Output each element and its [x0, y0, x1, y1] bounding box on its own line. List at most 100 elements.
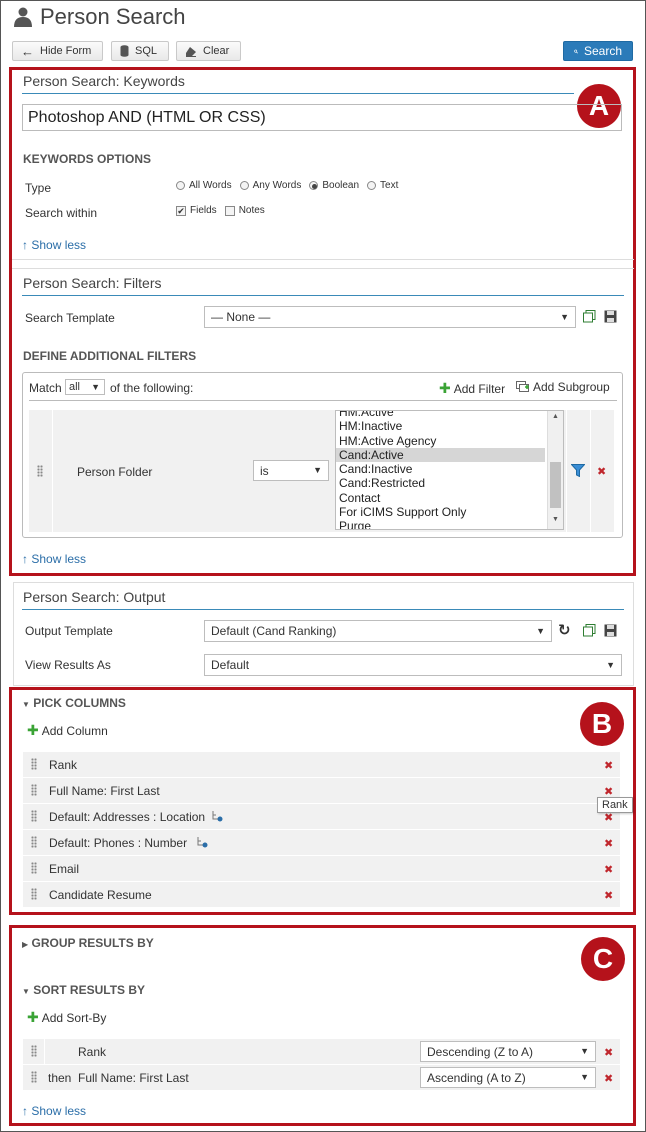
filters-panel-title: Person Search: Filters — [23, 275, 162, 291]
sort-prefix: then — [48, 1071, 72, 1085]
hide-form-button[interactable]: ← Hide Form — [12, 41, 103, 61]
type-option-text[interactable]: Text — [367, 180, 398, 191]
sort-show-less-link[interactable]: ↑ Show less — [22, 1104, 86, 1118]
column-name: Default: Addresses : Location — [49, 810, 206, 824]
pick-columns-heading[interactable]: ▼ PICK COLUMNS — [22, 696, 126, 710]
filter-operator-select[interactable]: is ▼ — [253, 460, 329, 481]
remove-column-icon[interactable]: ✖ — [604, 759, 613, 772]
folder-option-selected[interactable]: Cand:Active — [336, 447, 545, 463]
column-name: Rank — [49, 758, 78, 772]
folder-option[interactable]: HM:Active — [336, 411, 563, 419]
remove-column-icon[interactable]: ✖ — [604, 837, 613, 850]
sql-button[interactable]: SQL — [111, 41, 169, 61]
within-option-fields[interactable]: ✔ Fields — [176, 205, 217, 216]
sort-field: Full Name: First Last — [78, 1071, 189, 1085]
match-select[interactable]: all ▼ — [65, 379, 105, 395]
drag-handle-icon[interactable] — [31, 1071, 37, 1083]
person-icon — [14, 7, 32, 27]
refresh-icon[interactable]: ↻ — [558, 621, 571, 639]
cell-divider — [52, 410, 53, 532]
column-name: Default: Phones : Number — [49, 836, 188, 850]
clear-button[interactable]: Clear — [176, 41, 241, 61]
caret-right-icon: ▶ — [22, 940, 29, 949]
output-panel-title: Person Search: Output — [23, 589, 166, 605]
column-name: Email — [49, 862, 80, 876]
radio-icon — [176, 181, 185, 190]
remove-filter-icon[interactable]: ✖ — [597, 465, 606, 478]
search-button[interactable]: Search — [563, 41, 633, 61]
drag-handle-icon[interactable] — [31, 888, 37, 900]
remove-column-icon[interactable]: ✖ — [604, 889, 613, 902]
folder-option[interactable]: Purge — [336, 519, 563, 529]
drag-handle-icon[interactable] — [31, 758, 37, 770]
remove-column-icon[interactable]: ✖ — [604, 863, 613, 876]
hierarchy-icon[interactable] — [211, 810, 223, 822]
panel-divider — [12, 259, 634, 260]
search-template-select[interactable]: — None — ▼ — [204, 306, 576, 328]
folder-option[interactable]: Contact — [336, 491, 563, 505]
output-template-label: Output Template — [25, 624, 113, 638]
drag-handle-icon[interactable] — [31, 810, 37, 822]
drag-handle-icon[interactable] — [31, 836, 37, 848]
radio-icon — [239, 181, 249, 190]
callout-badge-b: B — [580, 702, 624, 746]
chevron-down-icon: ▼ — [536, 626, 545, 636]
copy-icon[interactable] — [583, 624, 596, 637]
sort-results-heading[interactable]: ▼ SORT RESULTS BY — [22, 983, 145, 997]
person-folder-listbox[interactable]: HM:Active HM:Inactive HM:Active Agency C… — [335, 410, 564, 530]
copy-icon[interactable] — [583, 310, 596, 323]
add-filter-button[interactable]: ✚ Add Filter — [439, 380, 505, 397]
add-sort-button[interactable]: ✚ Add Sort-By — [27, 1009, 106, 1026]
drag-handle-icon[interactable] — [31, 784, 37, 796]
filters-panel-rule — [22, 295, 624, 296]
view-results-select[interactable]: Default ▼ — [204, 654, 622, 676]
database-icon — [120, 45, 129, 57]
folder-option[interactable]: HM:Active Agency — [336, 434, 563, 448]
sort-order-select[interactable]: Ascending (A to Z) ▼ — [420, 1067, 596, 1088]
keywords-show-less-link[interactable]: ↑ Show less — [22, 238, 86, 252]
tooltip: Rank — [597, 797, 633, 813]
search-within-group: ✔ Fields Notes — [176, 205, 273, 216]
add-column-button[interactable]: ✚ Add Column — [27, 722, 108, 739]
add-subgroup-button[interactable]: Add Subgroup — [516, 380, 610, 394]
listbox-scrollbar[interactable]: ▲ ▼ — [547, 411, 563, 529]
type-option-any-words[interactable]: Any Words — [239, 180, 301, 191]
within-option-notes[interactable]: Notes — [224, 205, 265, 216]
scroll-down-icon[interactable]: ▼ — [552, 516, 559, 523]
sort-order-select[interactable]: Descending (Z to A) ▼ — [420, 1041, 596, 1062]
remove-sort-icon[interactable]: ✖ — [604, 1046, 613, 1059]
type-radio-group: All Words Any Words Boolean Text — [176, 180, 406, 191]
column-row — [23, 856, 620, 881]
keywords-input[interactable]: Photoshop AND (HTML OR CSS) — [22, 104, 622, 131]
chevron-down-icon: ▼ — [560, 312, 569, 322]
folder-option[interactable]: HM:Inactive — [336, 419, 563, 433]
plus-icon: ✚ — [439, 380, 451, 396]
add-subgroup-icon — [516, 381, 529, 392]
output-template-select[interactable]: Default (Cand Ranking) ▼ — [204, 620, 552, 642]
drag-handle-icon[interactable] — [31, 1045, 37, 1057]
filter-header-divider — [29, 400, 617, 401]
checkbox-checked-icon: ✔ — [176, 205, 186, 216]
type-option-boolean[interactable]: Boolean — [309, 180, 359, 191]
folder-option[interactable]: For iCIMS Support Only — [336, 505, 563, 519]
chevron-down-icon: ▼ — [313, 465, 322, 475]
callout-badge-c: C — [581, 937, 625, 981]
scrollbar-thumb[interactable] — [550, 462, 561, 508]
caret-down-icon: ▼ — [22, 987, 30, 996]
filters-show-less-link[interactable]: ↑ Show less — [22, 552, 86, 566]
save-icon[interactable] — [604, 310, 617, 323]
group-results-heading[interactable]: ▶ GROUP RESULTS BY — [22, 936, 154, 950]
hierarchy-icon[interactable] — [196, 836, 208, 848]
folder-option[interactable]: Cand:Restricted — [336, 476, 563, 490]
scroll-up-icon[interactable]: ▲ — [552, 413, 559, 420]
save-icon[interactable] — [604, 624, 617, 637]
filter-funnel-icon[interactable] — [571, 464, 585, 477]
cell-divider — [566, 410, 567, 532]
plus-icon: ✚ — [27, 722, 39, 738]
remove-sort-icon[interactable]: ✖ — [604, 1072, 613, 1085]
folder-option[interactable]: Cand:Inactive — [336, 462, 563, 476]
drag-handle-icon[interactable] — [37, 465, 43, 477]
type-option-all-words[interactable]: All Words — [176, 180, 232, 191]
search-icon — [574, 49, 578, 53]
drag-handle-icon[interactable] — [31, 862, 37, 874]
